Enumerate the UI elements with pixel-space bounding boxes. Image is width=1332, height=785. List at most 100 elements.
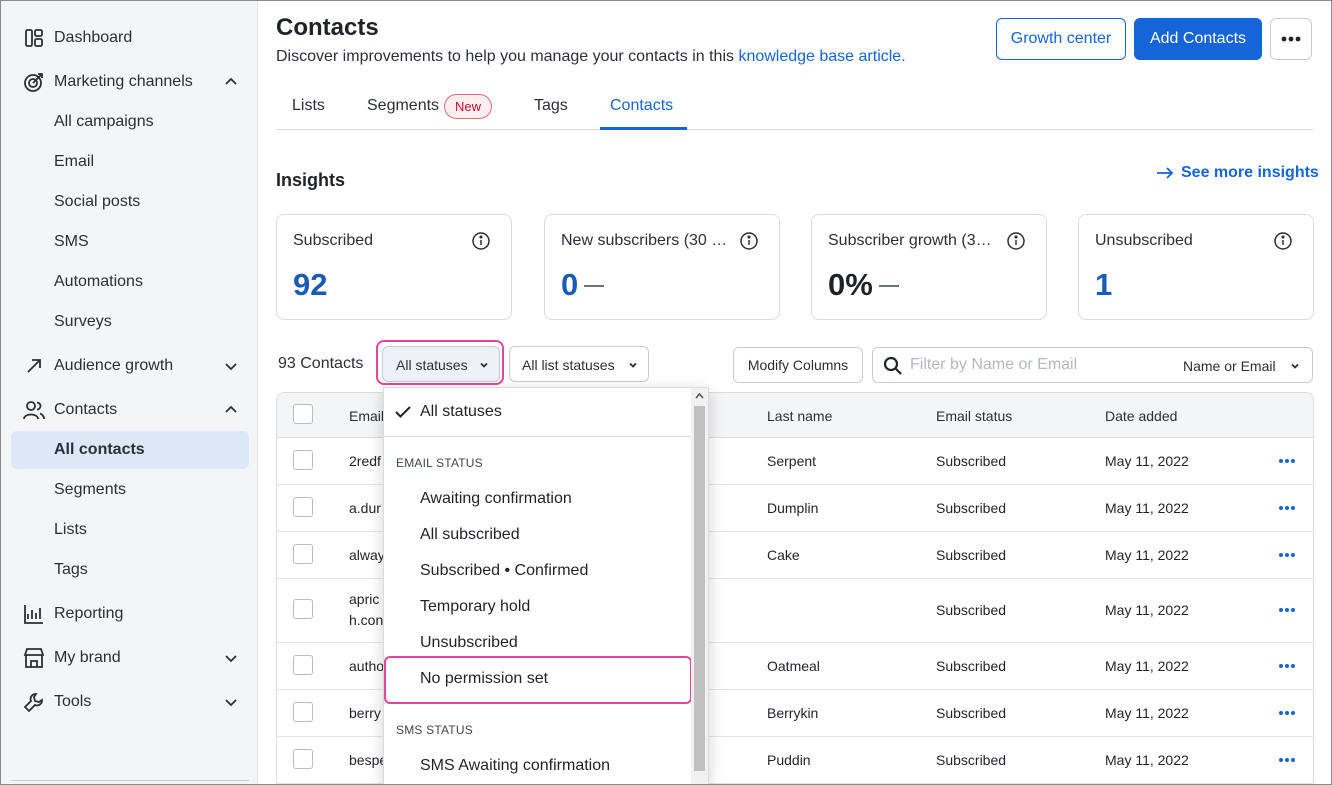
search-input[interactable]: Filter by Name or Email Name or Email [872,347,1313,383]
menu-item-temporary-hold[interactable]: Temporary hold [384,590,693,626]
sidebar-item-lists[interactable]: Lists [11,511,249,549]
insights-title: Insights [276,170,346,190]
row-actions-icon[interactable] [1278,552,1296,558]
tab-tags[interactable]: Tags [534,97,568,115]
row-actions-icon[interactable] [1278,505,1296,511]
info-icon[interactable] [471,231,491,251]
chevron-up-icon [225,77,237,85]
sidebar-item-surveys[interactable]: Surveys [11,303,249,341]
row-checkbox[interactable] [293,544,313,564]
cell-email[interactable]: 2redf [349,453,381,469]
sidebar-item-label: Surveys [54,313,112,330]
tab-contacts[interactable]: Contacts [610,97,673,115]
sidebar-item-audience-growth[interactable]: Audience growth [11,347,249,385]
sidebar-item-contacts[interactable]: Contacts [11,391,249,429]
menu-item-label: All statuses [420,403,502,420]
see-more-label: See more insights [1181,164,1319,181]
info-icon[interactable] [1006,231,1026,251]
cell-email[interactable]: apric [349,591,379,607]
sidebar-item-social-posts[interactable]: Social posts [11,183,249,221]
row-checkbox[interactable] [293,702,313,722]
sidebar-item-label: Tools [54,693,92,710]
insight-card-new-subscribers: New subscribers (30 days) 0 [544,214,780,320]
card-label: Unsubscribed [1095,232,1193,249]
menu-scrollbar[interactable] [691,388,708,784]
subtitle-text: Discover improvements to help you manage… [276,48,739,65]
search-scope-select[interactable]: Name or Email [1183,358,1276,374]
sidebar-item-tools[interactable]: Tools [11,683,249,721]
sidebar-item-segments[interactable]: Segments [11,471,249,509]
scroll-up-icon[interactable] [695,392,704,400]
see-more-insights-link[interactable]: See more insights [1156,164,1319,182]
sidebar-item-automations[interactable]: Automations [11,263,249,301]
cell-email[interactable]: autho [349,658,384,674]
column-header-email[interactable]: Email [349,408,384,424]
sidebar-item-sms[interactable]: SMS [11,223,249,261]
status-filter-menu: All statuses EMAIL STATUS Awaiting confi… [383,387,709,784]
sidebar-item-email[interactable]: Email [11,143,249,181]
sidebar-item-reporting[interactable]: Reporting [11,595,249,633]
cell-email-continued[interactable]: h.con [349,612,383,628]
sidebar-item-label: Tags [54,561,88,578]
chevron-down-icon [629,362,637,368]
add-contacts-button[interactable]: Add Contacts [1134,18,1262,60]
cell-email[interactable]: alway [349,547,385,563]
menu-item-sms-awaiting-confirmation[interactable]: SMS Awaiting confirmation [384,749,693,784]
menu-item-all-statuses[interactable]: All statuses [384,395,693,431]
tab-lists[interactable]: Lists [292,97,325,115]
scrollbar-thumb[interactable] [694,406,705,771]
trend-dash [878,285,899,287]
cell-date-added: May 11, 2022 [1105,705,1189,721]
card-value: 0 [561,267,605,303]
chevron-up-icon [225,405,237,413]
row-actions-icon[interactable] [1278,607,1296,613]
page-title: Contacts [276,14,379,41]
column-header-last-name[interactable]: Last name [767,408,832,424]
column-header-date-added[interactable]: Date added [1105,408,1177,424]
card-label: Subscriber growth (30 days) [828,232,998,249]
row-checkbox[interactable] [293,749,313,769]
row-actions-icon[interactable] [1278,757,1296,763]
cell-email[interactable]: a.dur [349,500,381,516]
cell-email[interactable]: bespe [349,752,387,768]
row-actions-icon[interactable] [1278,458,1296,464]
cell-email[interactable]: berry [349,705,381,721]
sidebar-item-tags[interactable]: Tags [11,551,249,589]
cell-date-added: May 11, 2022 [1105,547,1189,563]
sidebar-divider [11,780,249,781]
sidebar-item-marketing-channels[interactable]: Marketing channels [11,63,249,101]
arrow-right-icon [1157,167,1174,179]
row-checkbox[interactable] [293,450,313,470]
more-options-button[interactable] [1270,18,1312,60]
sidebar-item-label: Dashboard [54,29,133,46]
knowledge-base-link[interactable]: knowledge base article. [738,48,905,65]
sidebar-item-all-campaigns[interactable]: All campaigns [11,103,249,141]
card-label: Subscribed [293,232,374,249]
sidebar-item-all-contacts[interactable]: All contacts [11,431,249,469]
row-actions-icon[interactable] [1278,663,1296,669]
row-checkbox[interactable] [293,599,313,619]
menu-item-label: All subscribed [420,526,520,543]
tab-segments[interactable]: Segments [367,97,439,115]
menu-item-subscribed-confirmed[interactable]: Subscribed • Confirmed [384,554,693,590]
growth-center-button[interactable]: Growth center [996,18,1126,60]
select-all-checkbox[interactable] [293,404,313,424]
column-header-email-status[interactable]: Email status [936,408,1012,424]
menu-item-all-subscribed[interactable]: All subscribed [384,518,693,554]
list-status-filter-select[interactable]: All list statuses [509,346,649,382]
menu-divider [384,436,693,437]
sidebar-item-label: Segments [54,481,127,498]
row-checkbox[interactable] [293,655,313,675]
sidebar-item-my-brand[interactable]: My brand [11,639,249,677]
info-icon[interactable] [1273,231,1293,251]
menu-item-awaiting-confirmation[interactable]: Awaiting confirmation [384,482,693,518]
cell-date-added: May 11, 2022 [1105,658,1189,674]
row-checkbox[interactable] [293,497,313,517]
row-actions-icon[interactable] [1278,710,1296,716]
sidebar-item-dashboard[interactable]: Dashboard [11,19,249,57]
modify-columns-button[interactable]: Modify Columns [733,347,863,383]
chevron-down-icon [225,363,237,371]
sidebar-item-label: Reporting [54,605,124,622]
insight-card-unsubscribed: Unsubscribed 1 [1078,214,1314,320]
info-icon[interactable] [739,231,759,251]
